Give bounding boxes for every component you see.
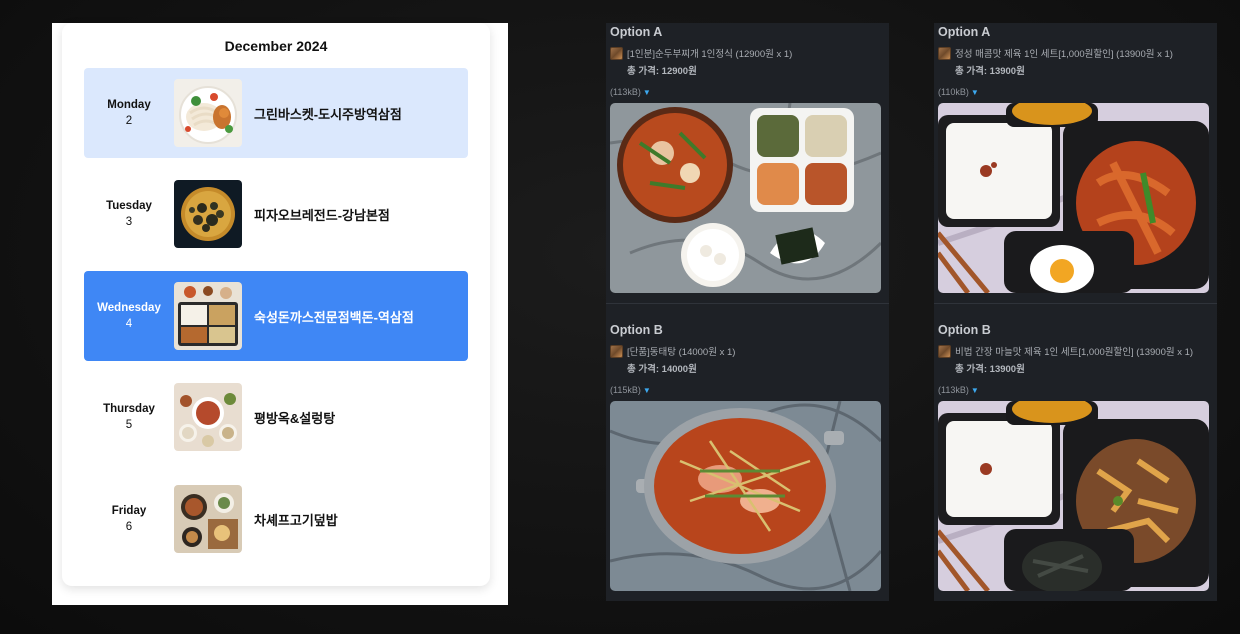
image-size-text: (110kB) <box>938 87 969 97</box>
restaurant-name: 평방옥&설렁탕 <box>254 410 336 426</box>
option-title: Option A <box>610 25 663 39</box>
sundubu-set-photo[interactable] <box>610 103 881 293</box>
order-item-text: [1인분]순두부찌개 1인정식 (12900원 x 1) <box>627 49 793 60</box>
restaurant-name: 숙성돈까스전문점백돈-역삼점 <box>254 309 414 325</box>
divider <box>606 303 889 304</box>
day-meta: Friday 6 <box>84 474 174 564</box>
menu-panel-1: Option A [1인분]순두부찌개 1인정식 (12900원 x 1) 총 … <box>606 23 889 601</box>
option-title: Option A <box>938 25 991 39</box>
soy-garlic-pork-set-photo[interactable] <box>938 401 1209 591</box>
caret-down-icon: ▼ <box>970 88 979 97</box>
restaurant-thumbnail <box>174 282 242 350</box>
restaurant-thumbnail <box>174 485 242 553</box>
order-item-text: [단품]동태탕 (14000원 x 1) <box>627 347 736 358</box>
restaurant-name: 그린바스켓-도시주방역삼점 <box>254 106 402 122</box>
order-item-text: 정성 매콤맛 제육 1인 세트[1,000원할인] (13900원 x 1) <box>955 49 1173 60</box>
image-size-toggle[interactable]: (110kB) ▼ <box>938 87 979 97</box>
day-meta: Monday 2 <box>84 68 174 158</box>
day-row-tuesday[interactable]: Tuesday 3 피자오브레전드-강남본점 <box>84 169 468 259</box>
option-a-card: Option A 정성 매콤맛 제육 1인 세트[1,000원할인] (1390… <box>934 23 1217 305</box>
order-total: 총 가격: 13900원 <box>955 364 1025 375</box>
order-item: [단품]동태탕 (14000원 x 1) <box>610 344 735 358</box>
menu-panel-2: Option A 정성 매콤맛 제육 1인 세트[1,000원할인] (1390… <box>934 23 1217 601</box>
image-size-toggle[interactable]: (113kB) ▼ <box>938 385 979 395</box>
restaurant-name: 피자오브레전드-강남본점 <box>254 207 390 223</box>
day-row-friday[interactable]: Friday 6 차셰프고기덮밥 <box>84 474 468 564</box>
image-size-toggle[interactable]: (113kB) ▼ <box>610 87 651 97</box>
order-item: [1인분]순두부찌개 1인정식 (12900원 x 1) <box>610 46 792 60</box>
food-icon <box>610 344 623 358</box>
day-name: Tuesday <box>106 200 152 212</box>
option-a-card: Option A [1인분]순두부찌개 1인정식 (12900원 x 1) 총 … <box>606 23 889 305</box>
day-meta: Wednesday 4 <box>84 271 174 361</box>
food-icon <box>938 344 951 358</box>
option-title: Option B <box>938 323 991 337</box>
day-row-monday[interactable]: Monday 2 그린바스켓-도시주방역삼점 <box>84 68 468 158</box>
day-date: 3 <box>125 216 133 228</box>
calendar-title: December 2024 <box>224 38 328 54</box>
day-meta: Thursday 5 <box>84 372 174 462</box>
caret-down-icon: ▼ <box>642 88 651 97</box>
order-total: 총 가격: 12900원 <box>627 66 697 77</box>
order-item-text: 비법 간장 마늘맛 제육 1인 세트[1,000원할인] (13900원 x 1… <box>955 347 1194 358</box>
day-date: 4 <box>125 318 133 330</box>
calendar-card: December 2024 Monday 2 그린바스켓-도시주방역삼점 Tue… <box>62 23 490 586</box>
day-row-wednesday[interactable]: Wednesday 4 숙성돈까스전문점백돈-역삼점 <box>84 271 468 361</box>
day-name: Monday <box>107 99 151 111</box>
option-b-card: Option B 비법 간장 마늘맛 제육 1인 세트[1,000원할인] (1… <box>934 321 1217 603</box>
restaurant-name: 차셰프고기덮밥 <box>254 512 338 528</box>
day-name: Wednesday <box>97 302 161 314</box>
order-item: 비법 간장 마늘맛 제육 1인 세트[1,000원할인] (13900원 x 1… <box>938 344 1193 358</box>
food-icon <box>610 46 623 60</box>
day-date: 6 <box>125 521 133 533</box>
option-b-card: Option B [단품]동태탕 (14000원 x 1) 총 가격: 1400… <box>606 321 889 603</box>
option-title: Option B <box>610 323 663 337</box>
image-size-toggle[interactable]: (115kB) ▼ <box>610 385 651 395</box>
day-meta: Tuesday 3 <box>84 169 174 259</box>
day-date: 2 <box>125 115 133 127</box>
restaurant-thumbnail <box>174 383 242 451</box>
day-name: Friday <box>111 505 147 517</box>
caret-down-icon: ▼ <box>970 386 979 395</box>
order-total: 총 가격: 14000원 <box>627 364 697 375</box>
day-date: 5 <box>125 419 133 431</box>
divider <box>934 303 1217 304</box>
order-total: 총 가격: 13900원 <box>955 66 1025 77</box>
dongtae-stew-photo[interactable] <box>610 401 881 591</box>
day-name: Thursday <box>103 403 155 415</box>
caret-down-icon: ▼ <box>642 386 651 395</box>
image-size-text: (113kB) <box>938 385 969 395</box>
restaurant-thumbnail <box>174 79 242 147</box>
day-row-thursday[interactable]: Thursday 5 평방옥&설렁탕 <box>84 372 468 462</box>
restaurant-thumbnail <box>174 180 242 248</box>
image-size-text: (113kB) <box>610 87 641 97</box>
food-icon <box>938 46 951 60</box>
spicy-pork-set-photo[interactable] <box>938 103 1209 293</box>
image-size-text: (115kB) <box>610 385 641 395</box>
order-item: 정성 매콤맛 제육 1인 세트[1,000원할인] (13900원 x 1) <box>938 46 1173 60</box>
